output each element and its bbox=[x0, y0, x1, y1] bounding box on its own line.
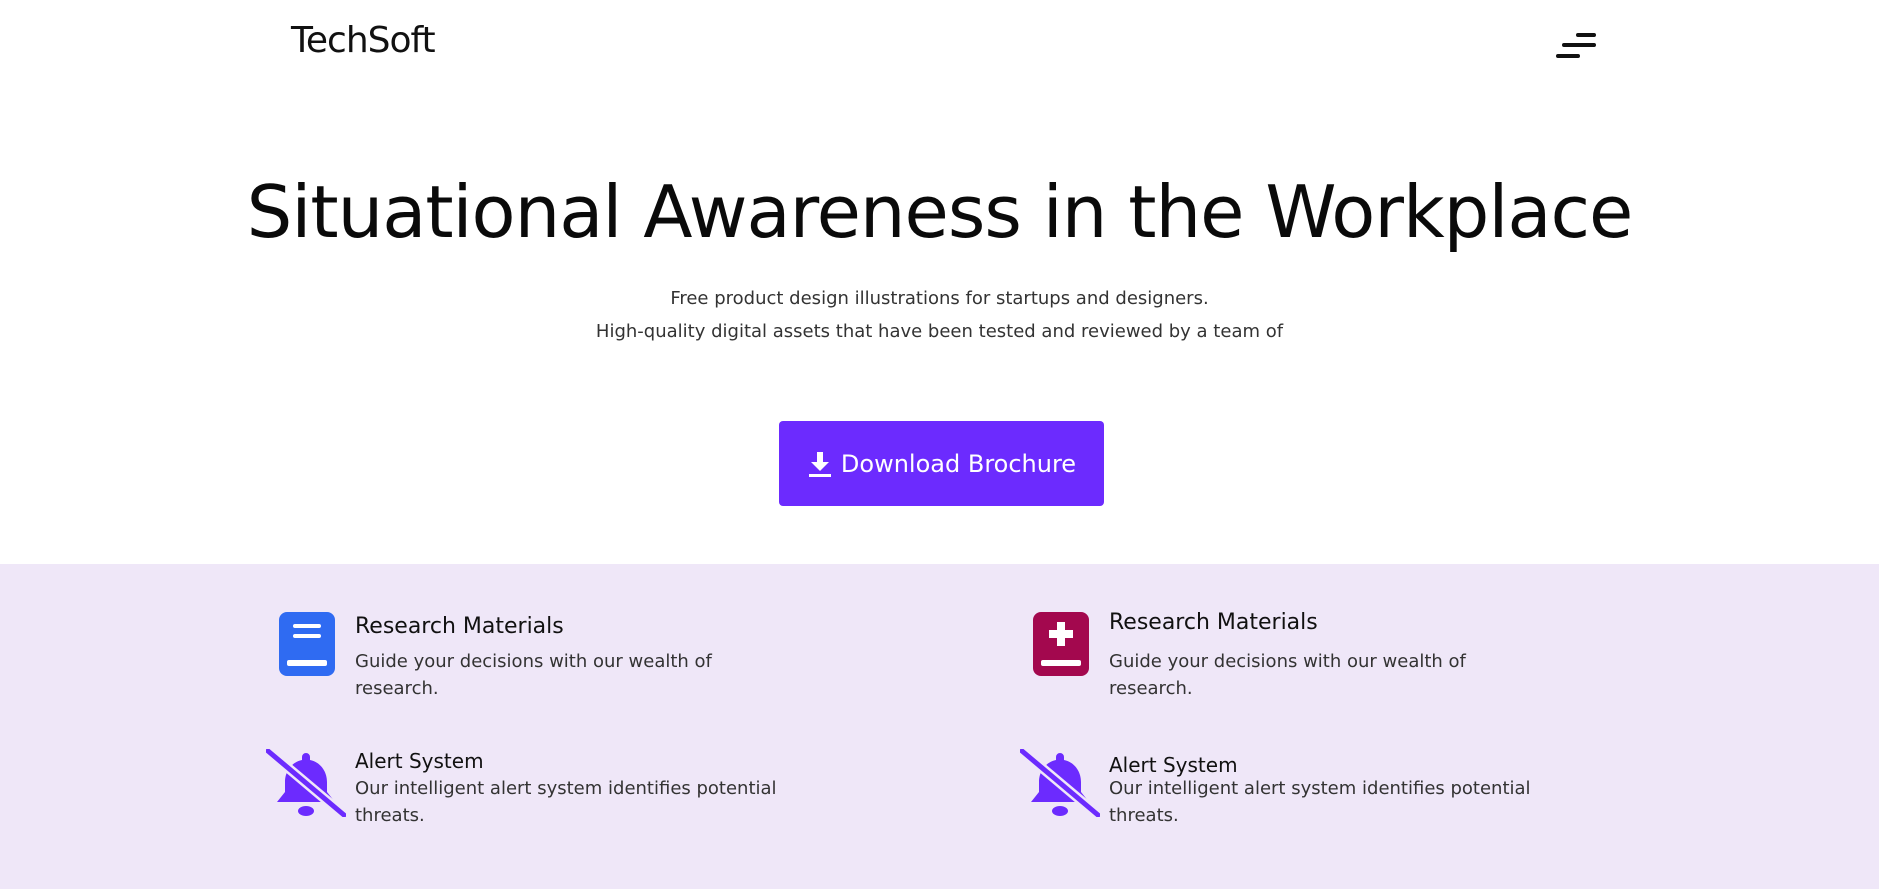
download-brochure-button[interactable]: Download Brochure bbox=[779, 421, 1104, 506]
hero-subtitle-line2: High-quality digital assets that have be… bbox=[595, 321, 1284, 342]
bell-slash-icon bbox=[1020, 749, 1100, 817]
menu-line bbox=[1576, 33, 1596, 37]
download-brochure-label: Download Brochure bbox=[840, 449, 1077, 478]
book-icon bbox=[279, 612, 335, 676]
hero-title: Situational Awareness in the Workplace bbox=[246, 170, 1634, 254]
header: TechSoft bbox=[0, 0, 1879, 90]
features-section: Research Materials Guide your decisions … bbox=[0, 564, 1879, 889]
feature-desc: Our intelligent alert system identifies … bbox=[355, 778, 777, 826]
bell-slash-icon bbox=[266, 749, 346, 817]
hero-subtitle-line1: Free product design illustrations for st… bbox=[670, 288, 1209, 309]
logo[interactable]: TechSoft bbox=[291, 20, 436, 61]
menu-line bbox=[1562, 43, 1596, 47]
menu-icon[interactable] bbox=[1554, 32, 1598, 62]
feature-title: Research Materials bbox=[1109, 610, 1318, 635]
feature-desc: Guide your decisions with our wealth of … bbox=[1109, 651, 1466, 699]
feature-desc: Guide your decisions with our wealth of … bbox=[355, 651, 712, 699]
menu-line bbox=[1556, 54, 1580, 58]
feature-title: Alert System bbox=[355, 749, 484, 773]
download-icon bbox=[808, 451, 831, 477]
medical-book-icon bbox=[1033, 612, 1089, 676]
feature-desc: Our intelligent alert system identifies … bbox=[1109, 778, 1531, 826]
feature-title: Alert System bbox=[1109, 753, 1238, 777]
feature-title: Research Materials bbox=[355, 614, 564, 639]
